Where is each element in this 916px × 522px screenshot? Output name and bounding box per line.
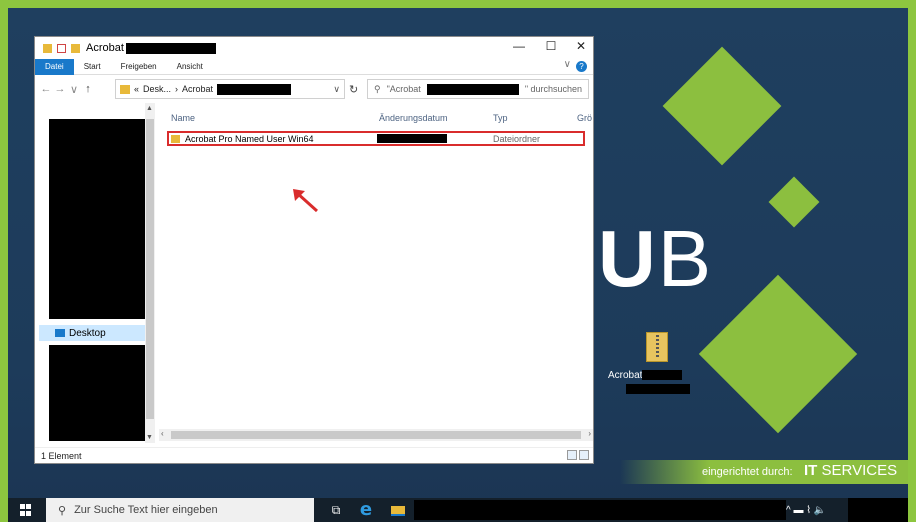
up-button[interactable]: ↑ [81, 83, 95, 95]
navigation-bar: ← → ∨ ↑ « Desk... › Acrobat ∨ ↻ ⚲ "Acrob… [35, 77, 593, 101]
redaction-bar [125, 42, 216, 54]
nav-item-label: Desktop [69, 327, 106, 339]
search-placeholder-end: " durchsuchen [524, 84, 583, 94]
tab-start[interactable]: Start [74, 59, 111, 75]
new-folder-icon[interactable] [71, 43, 80, 53]
brand-banner: eingerichtet durch: IT SERVICES [620, 460, 908, 484]
scroll-up-icon[interactable]: ▲ [146, 105, 153, 112]
scroll-down-icon[interactable]: ▼ [146, 434, 153, 441]
search-icon: ⚲ [374, 83, 381, 94]
ribbon-tabs: Datei Start Freigeben Ansicht ∨ ? [35, 58, 593, 75]
edge-icon[interactable]: e [354, 500, 378, 520]
breadcrumb-acrobat[interactable]: Acrobat [182, 84, 213, 94]
desktop-screen: UB Acrobat eingerichtet durch: IT SERVIC… [8, 8, 908, 522]
column-headers: Name Änderungsdatum Typ Grö [159, 103, 593, 127]
decor-diamond-small [768, 176, 820, 228]
column-date[interactable]: Änderungsdatum [379, 113, 448, 123]
details-view-icon[interactable] [567, 450, 577, 460]
file-type: Dateiordner [493, 133, 541, 144]
redacted-nav-block [49, 345, 147, 441]
desktop-icon [55, 329, 65, 337]
system-tray[interactable]: ^ ▬ ⌇ 🔈 [786, 498, 826, 522]
scrollbar-thumb[interactable] [171, 431, 581, 439]
quick-access-toolbar [43, 43, 80, 53]
redaction-bar [217, 83, 292, 95]
column-name[interactable]: Name [171, 113, 195, 123]
decor-diamond-large-top [662, 46, 782, 166]
title-bar[interactable]: Acrobat — ☐ ✕ [35, 37, 593, 59]
large-icons-view-icon[interactable] [579, 450, 589, 460]
brand-it: IT [804, 462, 818, 479]
back-button[interactable]: ← [39, 83, 53, 95]
item-count: 1 Element [41, 450, 82, 461]
redacted-nav-block [49, 119, 147, 319]
nav-item-desktop[interactable]: Desktop [39, 325, 151, 341]
column-type[interactable]: Typ [493, 113, 508, 123]
redaction-bar [848, 498, 908, 522]
file-list: Name Änderungsdatum Typ Grö Acrobat Pro … [159, 103, 593, 443]
redaction-bar [642, 370, 683, 381]
windows-icon [20, 504, 32, 516]
taskbar-search-placeholder: Zur Suche Text hier eingeben [74, 504, 218, 516]
search-icon: ⚲ [58, 504, 67, 517]
taskbar: ⚲ Zur Suche Text hier eingeben ⧉ e ^ ▬ ⌇… [8, 498, 908, 522]
maximize-button[interactable]: ☐ [537, 39, 565, 53]
file-explorer-icon[interactable] [386, 500, 410, 520]
tab-freigeben[interactable]: Freigeben [111, 59, 167, 75]
folder-icon [120, 84, 130, 94]
column-size[interactable]: Grö [577, 113, 592, 123]
start-button[interactable] [8, 498, 44, 522]
search-input[interactable]: ⚲ "Acrobat " durchsuchen [367, 79, 589, 99]
refresh-button[interactable]: ↻ [349, 83, 358, 96]
desktop-icon-label: Acrobat [608, 370, 683, 381]
redaction-bar [377, 134, 447, 143]
taskbar-search-input[interactable]: ⚲ Zur Suche Text hier eingeben [46, 498, 314, 522]
help-icon[interactable]: ? [576, 61, 587, 72]
redaction-bar [426, 83, 519, 95]
brand-prefix: eingerichtet durch: [702, 466, 793, 478]
breadcrumb-desktop[interactable]: Desk... [143, 84, 171, 94]
forward-button[interactable]: → [53, 83, 67, 95]
scroll-left-icon[interactable]: ‹ [161, 429, 164, 438]
close-button[interactable]: ✕ [567, 39, 595, 53]
brand-services: SERVICES [821, 462, 898, 479]
nav-pane-scrollbar[interactable]: ▲ ▼ [145, 103, 155, 443]
logo-letter-b: B [657, 214, 714, 303]
annotation-arrow-icon [293, 189, 319, 213]
scroll-right-icon[interactable]: › [588, 429, 591, 438]
folder-icon [171, 134, 180, 143]
redaction-bar [414, 500, 786, 520]
tab-ansicht[interactable]: Ansicht [167, 59, 213, 75]
desktop-icon-text: Acrobat [608, 370, 643, 381]
breadcrumb-separator: › [175, 84, 179, 94]
logo-letter-u: U [598, 214, 658, 303]
address-dropdown-icon[interactable]: ∨ [333, 84, 340, 95]
horizontal-scrollbar[interactable]: ‹ › [159, 429, 593, 441]
properties-icon[interactable] [57, 43, 66, 53]
ub-logo: UB [598, 213, 713, 305]
ribbon-expand-icon[interactable]: ∨ [564, 59, 571, 70]
navigation-pane: Desktop ▲ ▼ [35, 103, 155, 443]
file-row[interactable]: Acrobat Pro Named User Win64 Dateiordner [167, 131, 585, 146]
window-title: Acrobat [86, 42, 124, 54]
scrollbar-thumb[interactable] [146, 119, 154, 419]
status-bar: 1 Element [35, 447, 593, 463]
view-switcher [567, 450, 589, 460]
address-prefix: « [134, 84, 140, 94]
minimize-button[interactable]: — [505, 39, 533, 53]
zip-folder-icon [646, 332, 668, 362]
address-bar[interactable]: « Desk... › Acrobat ∨ [115, 79, 345, 99]
search-placeholder-start: "Acrobat [386, 84, 421, 94]
tab-datei[interactable]: Datei [35, 58, 74, 75]
task-view-icon[interactable]: ⧉ [324, 500, 348, 520]
tray-icons[interactable]: ^ ▬ ⌇ 🔈 [786, 505, 826, 516]
decor-diamond-large-bottom [698, 274, 858, 434]
folder-icon [43, 43, 52, 53]
file-explorer-window: Acrobat — ☐ ✕ Datei Start Freigeben Ansi… [34, 36, 594, 464]
file-name: Acrobat Pro Named User Win64 [185, 133, 314, 144]
brand-name: IT SERVICES [804, 462, 897, 479]
redaction-bar [626, 384, 690, 394]
recent-locations-button[interactable]: ∨ [67, 83, 81, 96]
